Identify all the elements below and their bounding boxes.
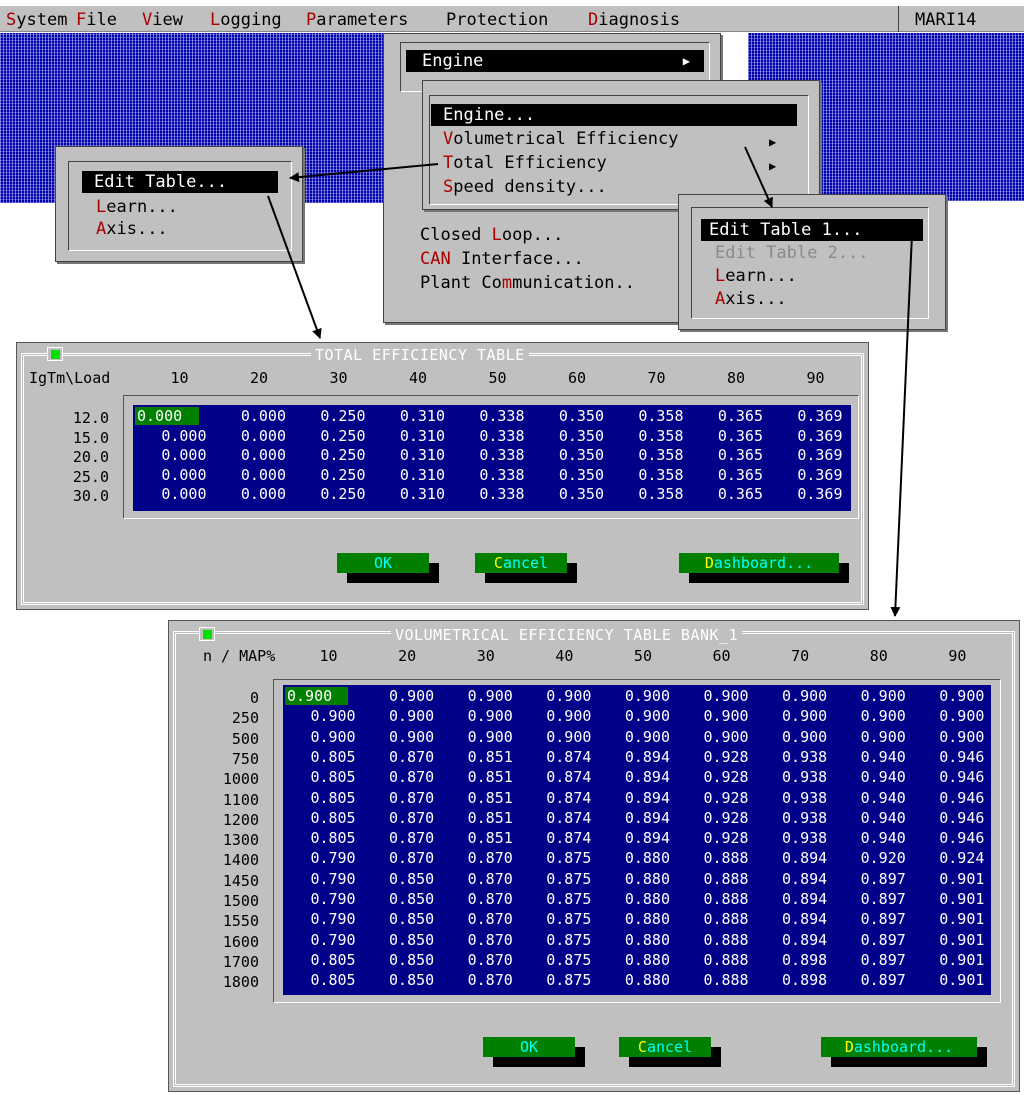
arrow-to-volumetrical-table (890, 233, 913, 617)
annotation-arrows (267, 146, 913, 617)
arrow-to-total-efficiency-table (267, 195, 322, 339)
arrow-to-volumetrical-submenu (744, 146, 773, 208)
arrow-to-total-efficiency-submenu (289, 163, 439, 183)
